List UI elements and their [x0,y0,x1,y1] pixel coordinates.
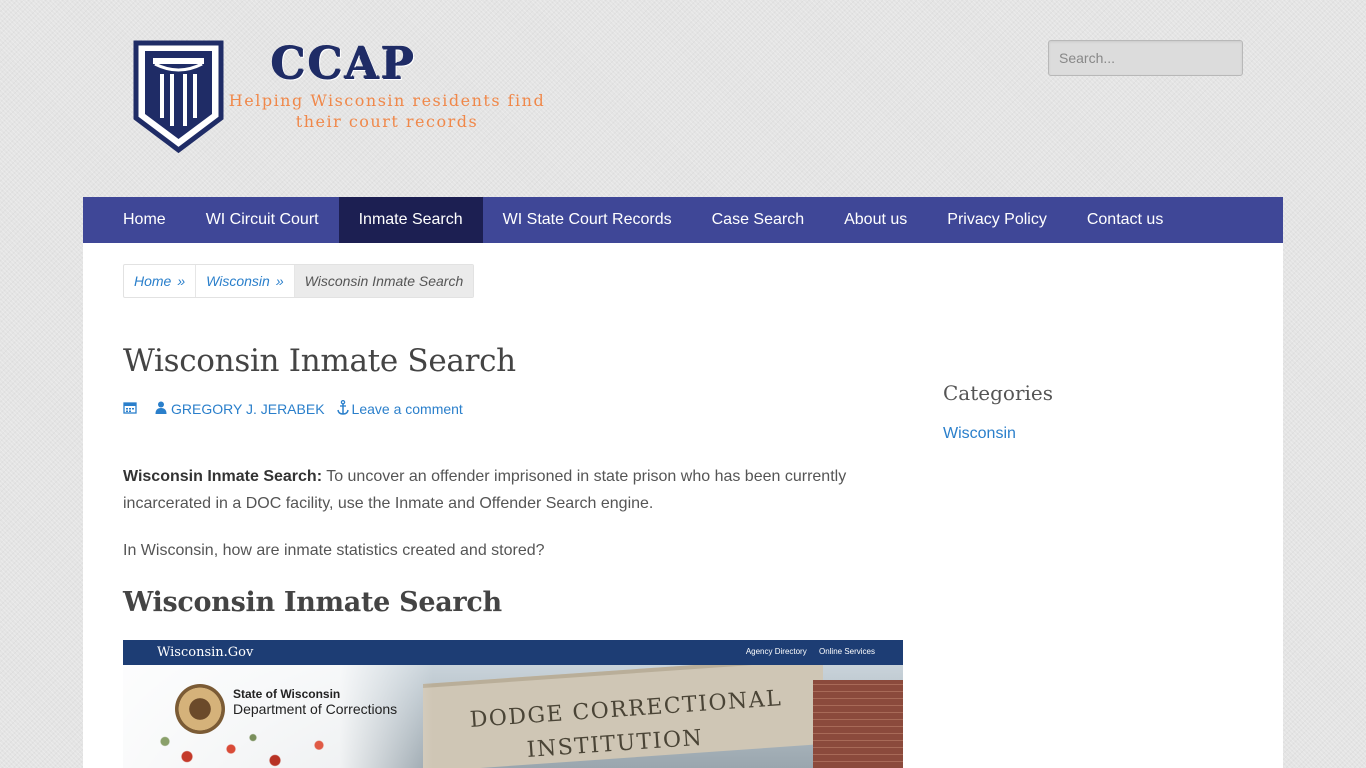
author-link[interactable]: GREGORY J. JERABEK [171,401,325,417]
breadcrumb-item-wisconsin[interactable]: Wisconsin » [196,265,295,297]
site-tagline: Helping Wisconsin residents find their c… [227,90,547,132]
main-nav: Home WI Circuit Court Inmate Search WI S… [83,197,1283,243]
image-brick-wall [813,680,903,768]
question-paragraph: In Wisconsin, how are inmate statistics … [123,542,545,559]
breadcrumb-label: Home [134,273,172,289]
sidebar-category-wisconsin[interactable]: Wisconsin [943,425,1016,443]
post-comment: Leave a comment [336,399,463,418]
nav-item-wi-circuit-court[interactable]: WI Circuit Court [186,197,339,243]
site-header: CCAP Helping Wisconsin residents find th… [0,0,1366,197]
breadcrumb-current: Wisconsin Inmate Search [294,265,474,297]
sidebar-title: Categories [943,381,1053,405]
nav-item-contact-us[interactable]: Contact us [1067,197,1183,243]
state-seal-icon [175,684,225,734]
calendar-icon[interactable] [123,401,137,417]
image-link: Agency Directory [745,647,807,656]
post-meta: GREGORY J. JERABEK Leave a comment [123,399,463,418]
image-flowers [143,730,363,768]
page-title: Wisconsin Inmate Search [123,343,516,379]
breadcrumb-separator: » [275,273,284,289]
breadcrumb-label: Wisconsin [206,273,270,289]
pillar-shield-icon [133,40,224,154]
image-top-bar: Wisconsin.Gov Agency Directory Online Se… [123,640,903,665]
anchor-icon [336,399,349,418]
site-logo-link[interactable]: CCAP Helping Wisconsin residents find th… [133,38,553,158]
section-heading: Wisconsin Inmate Search [123,587,502,618]
nav-item-inmate-search[interactable]: Inmate Search [338,197,483,243]
nav-item-case-search[interactable]: Case Search [692,197,825,243]
image-link: Online Services [818,647,875,656]
site-name: CCAP [271,39,417,90]
nav-item-home[interactable]: Home [103,197,186,243]
search-input[interactable] [1048,40,1243,76]
image-links: Agency Directory Online Services [736,647,875,656]
intro-paragraph: Wisconsin Inmate Search: To uncover an o… [123,463,863,517]
nav-item-about-us[interactable]: About us [824,197,927,243]
article-image: Wisconsin.Gov Agency Directory Online Se… [123,640,903,768]
image-dept-label: Department of Corrections [233,701,398,717]
tagline-line-1: Helping Wisconsin residents find [228,91,546,110]
nav-item-privacy-policy[interactable]: Privacy Policy [927,197,1067,243]
post-author: GREGORY J. JERABEK [155,401,325,417]
breadcrumb-separator: » [177,273,186,289]
breadcrumb: Home » Wisconsin » Wisconsin Inmate Search [123,264,475,298]
tagline-line-2: their court records [295,112,479,131]
main-content: Home » Wisconsin » Wisconsin Inmate Search… [83,243,1283,768]
nav-item-wi-state-court-records[interactable]: WI State Court Records [483,197,692,243]
intro-bold: Wisconsin Inmate Search: [123,468,323,485]
image-state-label: State of Wisconsin [233,687,341,701]
user-icon [155,401,167,417]
breadcrumb-item-home[interactable]: Home » [124,265,197,297]
image-gov-label: Wisconsin.Gov [157,645,254,660]
leave-comment-link[interactable]: Leave a comment [352,401,463,417]
